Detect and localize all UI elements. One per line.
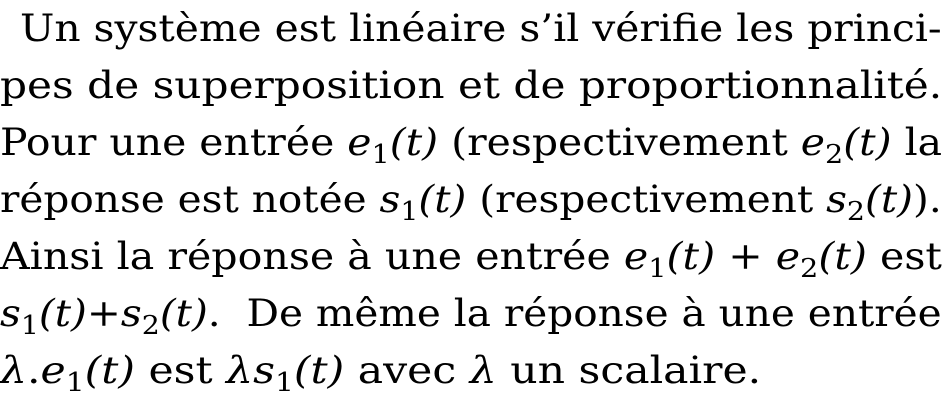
math-arg: (t) (418, 178, 467, 221)
math-lambda: λ (469, 349, 497, 392)
text-segment: est (866, 235, 942, 278)
math-s1: s1(t) (253, 349, 345, 396)
math-subscript: 1 (648, 253, 667, 284)
math-arg: (t) (293, 349, 345, 392)
math-subscript: 1 (65, 367, 85, 398)
math-var: s (379, 178, 401, 221)
math-subscript: 2 (824, 139, 844, 170)
text-segment: (respectivement (466, 178, 827, 221)
text-segment: réponse est notée (0, 178, 380, 221)
paragraph-line-1: Un système est linéaire s’il vérifie les… (20, 7, 942, 50)
paragraph-line-7: λ.e1(t) est λs1(t) avec λ un scalaire. (0, 342, 761, 399)
math-subscript: 1 (20, 310, 39, 341)
math-subscript: 1 (274, 367, 294, 398)
math-s1: s1(t) (0, 292, 87, 339)
math-lambda: λ (226, 349, 254, 392)
paragraph-line-4: réponse est notée s1(t) (respectivement … (0, 171, 942, 228)
text-segment: Ainsi la réponse à une entrée (0, 235, 624, 278)
math-e2: e2(t) (800, 121, 892, 168)
math-operator-plus: + (86, 292, 121, 335)
math-subscript: 1 (371, 139, 390, 170)
math-e1: e1(t) (40, 349, 135, 396)
math-e1: e1(t) (347, 121, 439, 168)
math-arg: (t) (389, 121, 439, 164)
math-var: e (40, 349, 66, 392)
text-segment: un scalaire. (496, 349, 762, 392)
paragraph-line-2: pes de superposition et de proportionnal… (0, 64, 943, 107)
math-dot: . (26, 349, 41, 392)
math-e1: e1(t) (623, 235, 716, 282)
math-var: e (623, 235, 649, 278)
math-arg: (t) (818, 235, 867, 278)
text-segment: ). (912, 178, 942, 221)
math-s1: s1(t) (379, 178, 467, 225)
math-var: s (253, 349, 275, 392)
math-operator-plus: + (715, 235, 776, 278)
math-arg: (t) (843, 121, 892, 164)
math-arg: (t) (38, 292, 87, 335)
math-s2: s2(t) (826, 178, 913, 225)
text-segment: est (134, 349, 227, 392)
math-var: e (800, 121, 825, 164)
document-page: Un système est linéaire s’il vérifie les… (0, 0, 950, 409)
math-e2: e2(t) (775, 235, 867, 282)
math-subscript: 1 (400, 196, 419, 227)
math-var: e (775, 235, 801, 278)
text-segment: avec (344, 349, 470, 392)
math-var: e (347, 121, 372, 164)
math-var: s (826, 178, 847, 221)
math-subscript: 2 (800, 253, 819, 284)
text-segment: Pour une entrée (0, 121, 348, 164)
paragraph-line-5: Ainsi la réponse à une entrée e1(t) + e2… (0, 228, 942, 285)
paragraph-line-6: s1(t)+s2(t). De même la réponse à une en… (0, 285, 942, 342)
math-subscript: 2 (141, 310, 160, 341)
text-segment: (respectivement (438, 121, 801, 164)
text-segment: la (891, 121, 943, 164)
math-arg: (t) (666, 235, 716, 278)
math-lambda: λ (0, 349, 27, 392)
math-subscript: 2 (846, 196, 866, 227)
paragraph-line-3: Pour une entrée e1(t) (respectivement e2… (0, 114, 942, 171)
text-segment: . De même la réponse à une entrée (207, 292, 942, 335)
math-s2: s2(t) (120, 292, 208, 339)
math-arg: (t) (84, 349, 135, 392)
math-arg: (t) (865, 178, 913, 221)
math-var: s (0, 292, 21, 335)
math-arg: (t) (159, 292, 208, 335)
math-var: s (120, 292, 142, 335)
